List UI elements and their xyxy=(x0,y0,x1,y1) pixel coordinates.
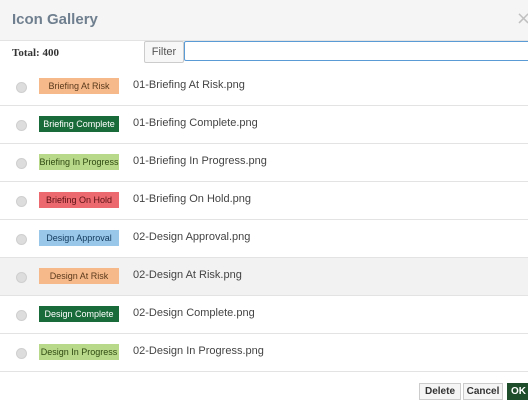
icon-filename: 02-Design At Risk.png xyxy=(133,269,242,281)
status-badge: Design In Progress xyxy=(39,344,119,360)
status-badge: Design Complete xyxy=(39,306,119,322)
radio-button[interactable] xyxy=(16,234,27,245)
ok-button[interactable]: OK xyxy=(507,383,528,400)
icon-filename: 01-Briefing On Hold.png xyxy=(133,193,252,205)
dialog-footer: Delete Cancel OK xyxy=(0,383,528,400)
icon-filename: 01-Briefing In Progress.png xyxy=(133,155,267,167)
icon-filename: 02-Design Complete.png xyxy=(133,307,255,319)
radio-button[interactable] xyxy=(16,120,27,131)
filter-bar: Total: 400 Filter xyxy=(0,41,528,65)
filter-input[interactable] xyxy=(184,41,528,61)
cancel-button[interactable]: Cancel xyxy=(463,383,503,400)
radio-button[interactable] xyxy=(16,82,27,93)
close-icon[interactable]: × xyxy=(516,9,528,29)
icon-list: Briefing At Risk 01-Briefing At Risk.png B… xyxy=(0,68,528,372)
list-item[interactable]: Design Complete 02-Design Complete.png xyxy=(0,296,528,334)
radio-button[interactable] xyxy=(16,196,27,207)
dialog-title: Icon Gallery xyxy=(12,11,98,28)
status-badge: Briefing Complete xyxy=(39,116,119,132)
list-item[interactable]: Briefing At Risk 01-Briefing At Risk.png xyxy=(0,68,528,106)
radio-button[interactable] xyxy=(16,348,27,359)
filter-button[interactable]: Filter xyxy=(144,41,184,63)
list-item[interactable]: Briefing On Hold 01-Briefing On Hold.png xyxy=(0,182,528,220)
total-count: Total: 400 xyxy=(12,47,59,59)
list-item[interactable]: Design In Progress 02-Design In Progress.… xyxy=(0,334,528,372)
status-badge: Briefing At Risk xyxy=(39,78,119,94)
dialog-titlebar: Icon Gallery × xyxy=(0,0,528,41)
list-item[interactable]: Design At Risk 02-Design At Risk.png xyxy=(0,258,528,296)
icon-gallery-dialog: Icon Gallery × Total: 400 Filter Briefin… xyxy=(0,0,528,400)
list-item[interactable]: Briefing In Progress 01-Briefing In Progr… xyxy=(0,144,528,182)
status-badge: Design Approval xyxy=(39,230,119,246)
radio-button[interactable] xyxy=(16,272,27,283)
delete-button[interactable]: Delete xyxy=(419,383,461,400)
icon-filename: 01-Briefing Complete.png xyxy=(133,117,258,129)
list-item[interactable]: Briefing Complete 01-Briefing Complete.pn… xyxy=(0,106,528,144)
status-badge: Briefing On Hold xyxy=(39,192,119,208)
status-badge: Design At Risk xyxy=(39,268,119,284)
list-item[interactable]: Design Approval 02-Design Approval.png xyxy=(0,220,528,258)
status-badge: Briefing In Progress xyxy=(39,154,119,170)
radio-button[interactable] xyxy=(16,158,27,169)
icon-filename: 01-Briefing At Risk.png xyxy=(133,79,245,91)
icon-filename: 02-Design In Progress.png xyxy=(133,345,264,357)
radio-button[interactable] xyxy=(16,310,27,321)
icon-filename: 02-Design Approval.png xyxy=(133,231,251,243)
